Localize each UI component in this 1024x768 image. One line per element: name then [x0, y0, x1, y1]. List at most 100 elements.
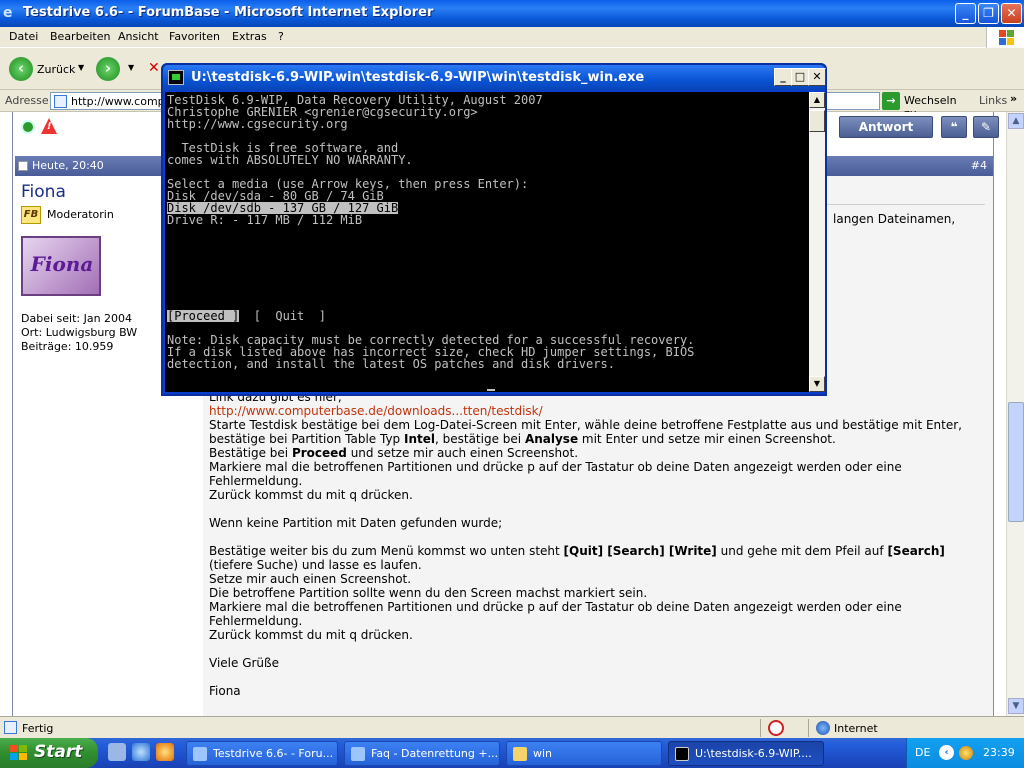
ie-maximize-button[interactable]: ❐	[978, 3, 999, 24]
console-text-lines: TestDisk 6.9-WIP, Data Recovery Utility,…	[167, 94, 694, 370]
post-line-marked: Die betroffene Partition sollte wenn du …	[209, 586, 648, 600]
scroll-down-icon[interactable]: ▼	[1008, 698, 1024, 714]
forward-arrow-icon[interactable]: ›	[96, 57, 120, 81]
ie-minimize-button[interactable]: _	[955, 3, 976, 24]
ie-quicklaunch-icon[interactable]	[132, 743, 150, 761]
console-scroll-down-icon[interactable]: ▼	[809, 376, 825, 392]
post-line-mark-1: Markiere mal die betroffenen Partitionen…	[209, 460, 902, 488]
task-ie-faq[interactable]: Faq - Datenrettung +...	[344, 741, 500, 766]
text-segment: (tiefere Suche) und lasse es laufen.	[209, 558, 422, 572]
avatar-text: Fiona	[30, 252, 94, 276]
post-line-back-1: Zurück kommst du mit q drücken.	[209, 488, 413, 502]
ie-window-title: Testdrive 6.6- - ForumBase - Microsoft I…	[23, 5, 434, 20]
start-button[interactable]: Start	[0, 738, 98, 768]
author-name-link[interactable]: Fiona	[21, 182, 66, 202]
post-line-mark-2: Markiere mal die betroffenen Partitionen…	[209, 600, 902, 628]
network-tray-icon[interactable]	[959, 746, 973, 760]
security-zone-label: Internet	[834, 722, 878, 735]
back-arrow-icon[interactable]: ‹	[9, 57, 33, 81]
console-line: Drive R: - 117 MB / 112 MiB	[167, 213, 363, 227]
task-ie-testdrive[interactable]: Testdrive 6.6- - Foru...	[186, 741, 338, 766]
testdisk-download-link[interactable]: http://www.computerbase.de/downloads...t…	[209, 404, 543, 418]
post-signature: Fiona	[209, 684, 241, 698]
post-page-icon	[18, 161, 28, 171]
bold-text: Analyse	[524, 432, 579, 446]
bold-text: Proceed	[291, 446, 347, 460]
forward-dropdown-icon[interactable]: ▼	[128, 63, 134, 72]
quote-button[interactable]: ❝	[941, 116, 967, 138]
windows-flag-icon	[10, 745, 28, 761]
author-location: Ort: Ludwigsburg BW	[21, 326, 138, 339]
reply-button[interactable]: Antwort	[839, 116, 933, 138]
console-minimize-button[interactable]: _	[774, 68, 792, 86]
address-value: http://www.compu	[71, 95, 172, 108]
text-segment: Bestätige weiter bis du zum Menü kommst …	[209, 544, 564, 558]
quit-option[interactable]: [ Quit ]	[239, 309, 326, 323]
console-scrollbar[interactable]: ▲ ▼	[809, 92, 825, 392]
tray-expand-icon[interactable]: ‹	[939, 745, 954, 760]
post-date: Heute, 20:40	[32, 159, 104, 172]
folder-icon	[513, 747, 527, 761]
post-paragraph-1: Starte Testdisk bestätige bei dem Log-Da…	[209, 418, 981, 446]
clock: 23:39	[983, 746, 1015, 759]
console-title-bar[interactable]: U:\testdisk-6.9-WIP.win\testdisk-6.9-WIP…	[163, 65, 826, 90]
ie-task-icon	[351, 747, 365, 761]
avatar: Fiona	[21, 236, 101, 296]
task-label: win	[533, 747, 553, 760]
internet-zone-icon	[816, 721, 830, 735]
task-testdisk-console[interactable]: U:\testdisk-6.9-WIP....	[668, 741, 824, 766]
language-indicator[interactable]: DE	[915, 746, 930, 759]
post-paragraph-2: Bestätige bei Proceed und setze mir auch…	[209, 446, 981, 460]
post-line-shot: Setze mir auch einen Screenshot.	[209, 572, 412, 586]
post-number-link[interactable]: #4	[971, 159, 987, 172]
online-status-icon	[21, 120, 35, 134]
task-label: Faq - Datenrettung +...	[371, 747, 497, 760]
text-segment: und gehe mit dem Pfeil auf	[716, 544, 888, 558]
report-warning-icon[interactable]: !	[41, 118, 57, 134]
back-dropdown-icon[interactable]: ▼	[78, 63, 84, 72]
author-meta: Dabei seit: Jan 2004 Ort: Ludwigsburg BW…	[21, 312, 137, 354]
explorer-quicklaunch-icon[interactable]	[108, 743, 126, 761]
scroll-up-icon[interactable]: ▲	[1008, 113, 1024, 129]
proceed-option[interactable]: [Proceed ]	[167, 310, 240, 322]
task-label: Testdrive 6.6- - Foru...	[213, 747, 334, 760]
edit-button[interactable]: ✎	[973, 116, 999, 138]
ie-close-button[interactable]: ✕	[1001, 3, 1022, 24]
ie-title-bar[interactable]: e Testdrive 6.6- - ForumBase - Microsoft…	[0, 0, 1024, 27]
media-quicklaunch-icon[interactable]	[156, 743, 174, 761]
scroll-thumb[interactable]	[1008, 402, 1024, 522]
page-vertical-scrollbar[interactable]: ▲ ▼	[1006, 112, 1024, 716]
ie-status-bar: Fertig Internet	[0, 716, 1024, 738]
menu-ansicht[interactable]: Ansicht	[118, 30, 159, 43]
links-label[interactable]: Links	[979, 94, 1007, 107]
console-maximize-button[interactable]: □	[791, 68, 809, 86]
stop-icon[interactable]: ✕	[148, 60, 162, 78]
console-scroll-thumb[interactable]	[809, 110, 825, 132]
menu-favoriten[interactable]: Favoriten	[169, 30, 220, 43]
menu-extras[interactable]: Extras	[232, 30, 267, 43]
task-folder-win[interactable]: win	[506, 741, 662, 766]
bold-text: [Quit] [Search] [Write]	[563, 544, 717, 558]
console-output[interactable]: TestDisk 6.9-WIP, Data Recovery Utility,…	[165, 92, 809, 392]
console-scroll-up-icon[interactable]: ▲	[809, 92, 825, 108]
go-button[interactable]: → Wechseln zu	[882, 92, 970, 120]
console-menu-line: [Proceed ] [ Quit ]	[167, 310, 694, 322]
menu-help[interactable]: ?	[278, 30, 284, 43]
menu-datei[interactable]: Datei	[9, 30, 38, 43]
console-close-button[interactable]: ✕	[808, 68, 826, 86]
console-title: U:\testdisk-6.9-WIP.win\testdisk-6.9-WIP…	[191, 70, 645, 85]
popup-blocked-icon[interactable]	[768, 720, 784, 736]
reply-button-label: Antwort	[858, 120, 914, 134]
back-button-label[interactable]: Zurück	[37, 63, 75, 76]
page-icon	[54, 95, 67, 108]
menu-bearbeiten[interactable]: Bearbeiten	[50, 30, 110, 43]
links-chevron-icon[interactable]: »	[1010, 92, 1017, 105]
console-line: detection, and install the latest OS pat…	[167, 357, 615, 371]
console-app-icon	[168, 70, 184, 85]
